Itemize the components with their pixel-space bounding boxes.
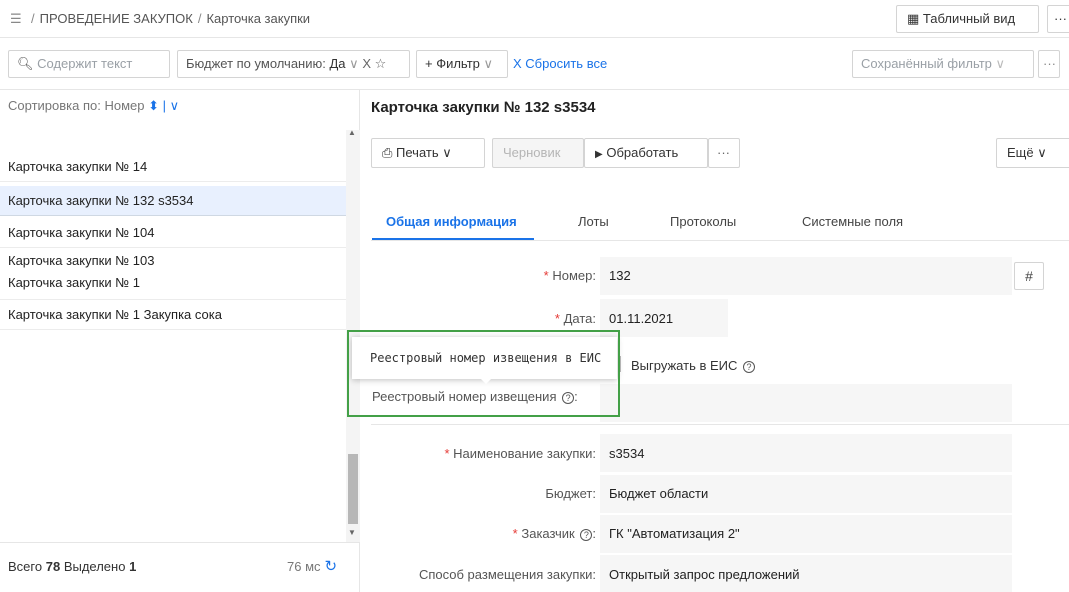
- list-counts: Всего 78 Выделено 1: [8, 559, 137, 574]
- help-icon[interactable]: ?: [743, 360, 756, 373]
- eis-export-checkbox[interactable]: Выгружать в ЕИС ?: [631, 358, 756, 373]
- customer-link[interactable]: ГК "Автоматизация 2": [609, 526, 740, 541]
- tab-protocols[interactable]: Протоколы: [670, 214, 736, 229]
- menu-icon[interactable]: ☰: [10, 11, 24, 27]
- card-title: Карточка закупки № 132 s3534: [371, 99, 596, 116]
- hash-icon[interactable]: #: [1014, 262, 1044, 290]
- saved-filter-select[interactable]: Сохранённый фильтр ∨: [852, 50, 1034, 78]
- play-icon: ▶: [595, 149, 603, 160]
- highlight-box: [347, 330, 620, 417]
- pin-icon[interactable]: ☆: [375, 56, 387, 71]
- close-icon: X: [513, 56, 522, 71]
- number-field-bg: [600, 257, 1012, 295]
- chevron-down-icon[interactable]: ∨: [170, 98, 180, 113]
- sort-order-icon[interactable]: ⬍: [148, 98, 159, 113]
- scrollbar-thumb[interactable]: [348, 454, 358, 524]
- name-field[interactable]: s3534: [609, 446, 644, 461]
- tab-system-fields[interactable]: Системные поля: [802, 214, 903, 229]
- list-item[interactable]: Карточка закупки № 1 Закупка сока: [0, 300, 346, 330]
- list-item[interactable]: Карточка закупки № 104: [0, 218, 346, 248]
- load-timing: 76 мс ↻: [287, 558, 338, 575]
- date-label: * Дата:: [554, 311, 596, 326]
- budget-filter[interactable]: Бюджет по умолчанию: Да ∨ X ☆: [177, 50, 410, 78]
- section-divider: [371, 424, 1069, 425]
- name-label: * Наименование закупки:: [444, 446, 596, 461]
- card-more-button[interactable]: ···: [708, 138, 740, 168]
- chevron-down-icon[interactable]: ∨: [349, 56, 359, 71]
- list-footer: Всего 78 Выделено 1 76 мс ↻: [0, 542, 360, 592]
- process-button[interactable]: ▶ Обработать: [584, 138, 708, 168]
- checkbox-divider: [620, 356, 621, 372]
- active-tab-indicator: [372, 238, 534, 240]
- list-item-selected[interactable]: Карточка закупки № 132 s3534: [0, 186, 346, 216]
- tab-general-info[interactable]: Общая информация: [386, 214, 517, 229]
- breadcrumb: ☰ / ПРОВЕДЕНИЕ ЗАКУПОК / Карточка закупки: [10, 11, 311, 27]
- tab-lots[interactable]: Лоты: [578, 214, 609, 229]
- breadcrumb-section[interactable]: ПРОВЕДЕНИЕ ЗАКУПОК: [40, 11, 193, 26]
- budget-label: Бюджет:: [545, 486, 596, 501]
- registry-field-bg: [600, 384, 1012, 422]
- scroll-up-icon[interactable]: ▲: [348, 128, 356, 137]
- record-list-panel: Сортировка по: Номер ⬍ | ∨ Карточка заку…: [0, 90, 360, 592]
- top-more-button[interactable]: ···: [1047, 5, 1069, 33]
- saved-filter-more-button[interactable]: ···: [1038, 50, 1060, 78]
- add-filter-button[interactable]: + Фильтр ∨: [416, 50, 508, 78]
- customer-label: * Заказчик ?:: [512, 526, 596, 541]
- method-link[interactable]: Открытый запрос предложений: [609, 567, 800, 582]
- more-actions-button[interactable]: Ещё ∨: [996, 138, 1069, 168]
- filter-bar: 🔍︎ Содержит текст Бюджет по умолчанию: Д…: [0, 38, 1069, 90]
- draft-button[interactable]: Черновик: [492, 138, 584, 168]
- top-bar: ☰ / ПРОВЕДЕНИЕ ЗАКУПОК / Карточка закупки ▦ …: [0, 0, 1069, 38]
- refresh-icon[interactable]: ↻: [325, 558, 338, 575]
- printer-icon: ⎙: [382, 145, 393, 160]
- table-icon: ▦: [907, 11, 920, 26]
- search-input[interactable]: 🔍︎ Содержит текст: [8, 50, 170, 78]
- sort-control[interactable]: Сортировка по: Номер ⬍ | ∨: [8, 98, 179, 114]
- breadcrumb-current: Карточка закупки: [206, 11, 311, 26]
- scroll-down-icon[interactable]: ▼: [348, 528, 356, 537]
- print-button[interactable]: ⎙ Печать ∨: [371, 138, 485, 168]
- method-label: Способ размещения закупки:: [418, 567, 596, 582]
- number-label: * Номер:: [543, 268, 596, 283]
- list-item[interactable]: Карточка закупки № 1: [0, 270, 346, 300]
- list-item[interactable]: Карточка закупки № 14: [0, 152, 346, 182]
- reset-all-button[interactable]: X Сбросить все: [513, 56, 607, 71]
- budget-filter-value: Да: [329, 56, 346, 71]
- close-icon[interactable]: X: [362, 56, 371, 71]
- chevron-down-icon: ∨: [995, 56, 1006, 71]
- search-icon: 🔍︎: [17, 56, 34, 71]
- help-icon[interactable]: ?: [580, 528, 593, 541]
- tabs-divider: [371, 240, 1069, 241]
- table-view-button[interactable]: ▦ Табличный вид: [896, 5, 1039, 33]
- chevron-down-icon: ∨: [1037, 145, 1047, 160]
- name-field-bg: [600, 434, 1012, 472]
- chevron-down-icon: ∨: [483, 56, 494, 71]
- date-field[interactable]: 01.11.2021: [609, 311, 673, 326]
- number-field[interactable]: 132: [609, 268, 631, 283]
- budget-link[interactable]: Бюджет области: [609, 486, 708, 501]
- chevron-down-icon: ∨: [442, 145, 452, 160]
